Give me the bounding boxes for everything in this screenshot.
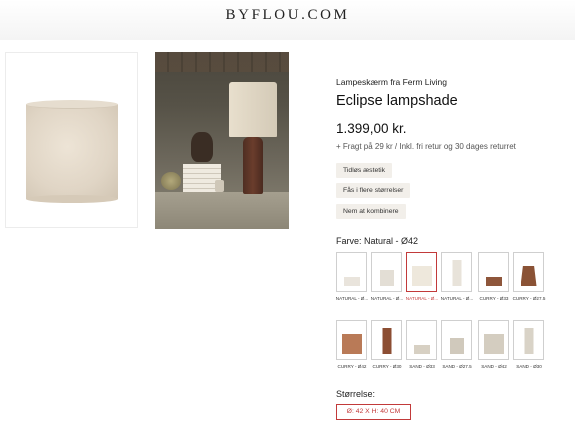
color-swatch[interactable] xyxy=(513,320,544,360)
site-logo[interactable]: BYFLOU.COM xyxy=(0,7,575,24)
size-option-selected[interactable]: Ø: 42 X H: 40 CM xyxy=(336,404,411,420)
color-swatch[interactable] xyxy=(406,252,437,292)
lampshade-thumbnail xyxy=(341,334,362,354)
lampshade-thumbnail xyxy=(483,334,504,354)
color-swatch-label: SAND - Ø42 xyxy=(481,364,507,369)
size-label: Størrelse: xyxy=(336,389,376,399)
product-image-main[interactable] xyxy=(5,52,138,228)
shipping-info: + Fragt på 29 kr / Inkl. fri retur og 30… xyxy=(336,142,516,151)
lampshade-thumbnail xyxy=(449,338,464,354)
feature-tag: Fås i flere størrelser xyxy=(336,183,411,198)
lampshade-thumbnail xyxy=(520,266,537,286)
color-swatch[interactable] xyxy=(513,252,544,292)
color-swatch-label: CURRY - Ø27.5 xyxy=(512,296,546,301)
color-swatch-label: CURRY - Ø30 xyxy=(372,364,402,369)
color-swatch-label: CURRY - Ø33 xyxy=(479,296,509,301)
lampshade-thumbnail xyxy=(411,266,432,286)
color-swatch-label: SAND - Ø30 xyxy=(516,364,542,369)
lampshade-thumbnail xyxy=(382,328,391,354)
color-swatch-label: SAND - Ø33 xyxy=(409,364,435,369)
color-swatch[interactable] xyxy=(478,252,509,292)
lampshade-thumbnail xyxy=(452,260,461,286)
color-label: Farve: Natural - Ø42 xyxy=(336,236,419,246)
product-brand-line[interactable]: Lampeskærm fra Ferm Living xyxy=(336,77,447,87)
color-swatch[interactable] xyxy=(478,320,509,360)
product-title: Eclipse lampshade xyxy=(336,93,458,109)
color-swatch[interactable] xyxy=(441,320,472,360)
color-swatch-label: NATURAL - Ø... xyxy=(335,296,369,301)
lampshade-image xyxy=(26,100,118,203)
lampshade-thumbnail xyxy=(413,345,430,354)
color-swatch[interactable] xyxy=(406,320,437,360)
color-swatch[interactable] xyxy=(371,320,402,360)
lampshade-thumbnail xyxy=(485,277,502,286)
color-swatch[interactable] xyxy=(371,252,402,292)
color-swatch[interactable] xyxy=(441,252,472,292)
feature-tag: Tidløs æstetik xyxy=(336,163,393,178)
product-price: 1.399,00 kr. xyxy=(336,121,407,136)
color-swatch-label: NATURAL - Ø... xyxy=(405,296,439,301)
site-header: BYFLOU.COM xyxy=(0,0,575,40)
product-image-lifestyle[interactable] xyxy=(155,52,289,229)
color-swatch-label: CURRY - Ø42 xyxy=(337,364,367,369)
lampshade-thumbnail xyxy=(343,277,360,286)
color-swatch-label: NATURAL - Ø... xyxy=(370,296,404,301)
color-swatch[interactable] xyxy=(336,252,367,292)
feature-tag: Nem at kombinere xyxy=(336,204,406,219)
lampshade-thumbnail xyxy=(524,328,533,354)
color-swatch[interactable] xyxy=(336,320,367,360)
lampshade-thumbnail xyxy=(379,270,394,286)
color-swatch-label: NATURAL - Ø... xyxy=(440,296,474,301)
color-swatch-label: SAND - Ø27.5 xyxy=(442,364,472,369)
